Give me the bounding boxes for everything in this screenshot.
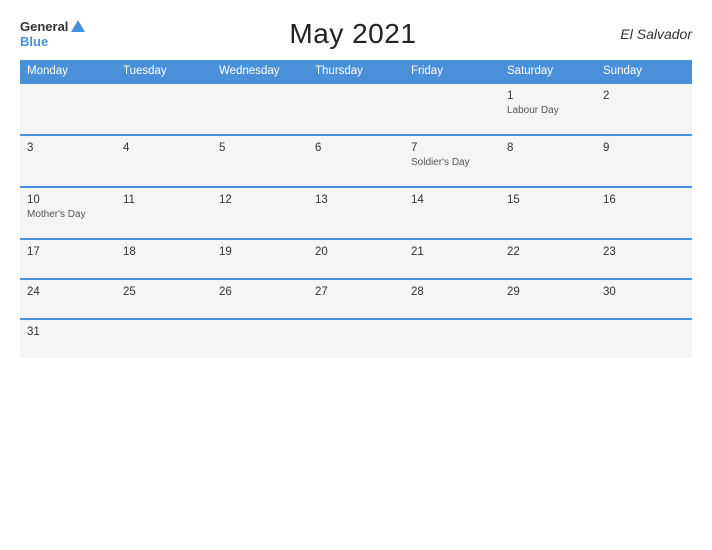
calendar-cell: [596, 319, 692, 358]
day-number: 28: [411, 286, 493, 298]
calendar-cell: 4: [116, 135, 212, 187]
day-number: 22: [507, 246, 589, 258]
holiday-label: Labour Day: [507, 105, 559, 116]
calendar-row-2: 10 Mother's Day 11 12 13 14 15 16: [20, 187, 692, 239]
day-number: 29: [507, 286, 589, 298]
logo-general-text: General: [20, 19, 68, 34]
calendar-page: General Blue May 2021 El Salvador Monday…: [0, 0, 712, 550]
day-number: 23: [603, 246, 685, 258]
calendar-cell: 21: [404, 239, 500, 279]
calendar-cell: 12: [212, 187, 308, 239]
calendar-cell: [308, 319, 404, 358]
day-number: 31: [27, 326, 109, 338]
calendar-cell: 15: [500, 187, 596, 239]
day-number: 4: [123, 142, 205, 154]
logo-triangle-icon: [71, 20, 85, 32]
logo: General Blue: [20, 19, 85, 49]
col-tuesday: Tuesday: [116, 60, 212, 83]
calendar-row-1: 3 4 5 6 7 Soldier's Day 8 9: [20, 135, 692, 187]
calendar-cell: 18: [116, 239, 212, 279]
col-monday: Monday: [20, 60, 116, 83]
day-number: 10: [27, 194, 109, 206]
day-number: 25: [123, 286, 205, 298]
calendar-cell: 19: [212, 239, 308, 279]
day-number: 7: [411, 142, 493, 154]
day-number: 15: [507, 194, 589, 206]
day-number: 27: [315, 286, 397, 298]
calendar-row-4: 24 25 26 27 28 29 30: [20, 279, 692, 319]
holiday-label: Soldier's Day: [411, 157, 470, 168]
calendar-cell: 30: [596, 279, 692, 319]
calendar-row-0: 1 Labour Day 2: [20, 83, 692, 135]
calendar-cell: [116, 83, 212, 135]
day-number: 2: [603, 90, 685, 102]
calendar-cell: 17: [20, 239, 116, 279]
col-saturday: Saturday: [500, 60, 596, 83]
calendar-cell: 25: [116, 279, 212, 319]
calendar-cell: 20: [308, 239, 404, 279]
day-number: 11: [123, 194, 205, 206]
day-number: 19: [219, 246, 301, 258]
col-thursday: Thursday: [308, 60, 404, 83]
day-number: 30: [603, 286, 685, 298]
day-number: 1: [507, 90, 589, 102]
calendar-cell: 11: [116, 187, 212, 239]
calendar-cell: 13: [308, 187, 404, 239]
calendar-cell: 7 Soldier's Day: [404, 135, 500, 187]
month-title: May 2021: [289, 18, 416, 50]
day-number: 18: [123, 246, 205, 258]
day-number: 24: [27, 286, 109, 298]
calendar-cell: [404, 319, 500, 358]
calendar-header-row: Monday Tuesday Wednesday Thursday Friday…: [20, 60, 692, 83]
col-wednesday: Wednesday: [212, 60, 308, 83]
calendar-cell: 26: [212, 279, 308, 319]
calendar-cell: 28: [404, 279, 500, 319]
calendar-cell: 9: [596, 135, 692, 187]
calendar-cell: [308, 83, 404, 135]
logo-blue-text: Blue: [20, 34, 48, 49]
calendar-cell: 29: [500, 279, 596, 319]
day-number: 12: [219, 194, 301, 206]
calendar-table: Monday Tuesday Wednesday Thursday Friday…: [20, 60, 692, 358]
calendar-cell: 10 Mother's Day: [20, 187, 116, 239]
calendar-cell: 22: [500, 239, 596, 279]
calendar-cell: 14: [404, 187, 500, 239]
calendar-cell: [116, 319, 212, 358]
calendar-cell: [404, 83, 500, 135]
calendar-header: General Blue May 2021 El Salvador: [20, 18, 692, 50]
holiday-label: Mother's Day: [27, 209, 86, 220]
day-number: 21: [411, 246, 493, 258]
calendar-cell: 8: [500, 135, 596, 187]
calendar-cell: 23: [596, 239, 692, 279]
day-number: 13: [315, 194, 397, 206]
day-number: 20: [315, 246, 397, 258]
day-number: 8: [507, 142, 589, 154]
calendar-row-5: 31: [20, 319, 692, 358]
calendar-cell: 24: [20, 279, 116, 319]
day-number: 5: [219, 142, 301, 154]
calendar-cell: [212, 83, 308, 135]
calendar-cell: 16: [596, 187, 692, 239]
calendar-cell: 3: [20, 135, 116, 187]
day-number: 9: [603, 142, 685, 154]
calendar-cell: 6: [308, 135, 404, 187]
day-number: 17: [27, 246, 109, 258]
calendar-cell: 27: [308, 279, 404, 319]
calendar-cell: 2: [596, 83, 692, 135]
day-number: 6: [315, 142, 397, 154]
calendar-cell: [500, 319, 596, 358]
country-label: El Salvador: [620, 26, 692, 42]
day-number: 26: [219, 286, 301, 298]
calendar-cell: 5: [212, 135, 308, 187]
col-friday: Friday: [404, 60, 500, 83]
col-sunday: Sunday: [596, 60, 692, 83]
day-number: 16: [603, 194, 685, 206]
calendar-cell: [212, 319, 308, 358]
day-number: 14: [411, 194, 493, 206]
calendar-row-3: 17 18 19 20 21 22 23: [20, 239, 692, 279]
calendar-cell: 31: [20, 319, 116, 358]
calendar-cell: [20, 83, 116, 135]
calendar-cell: 1 Labour Day: [500, 83, 596, 135]
day-number: 3: [27, 142, 109, 154]
